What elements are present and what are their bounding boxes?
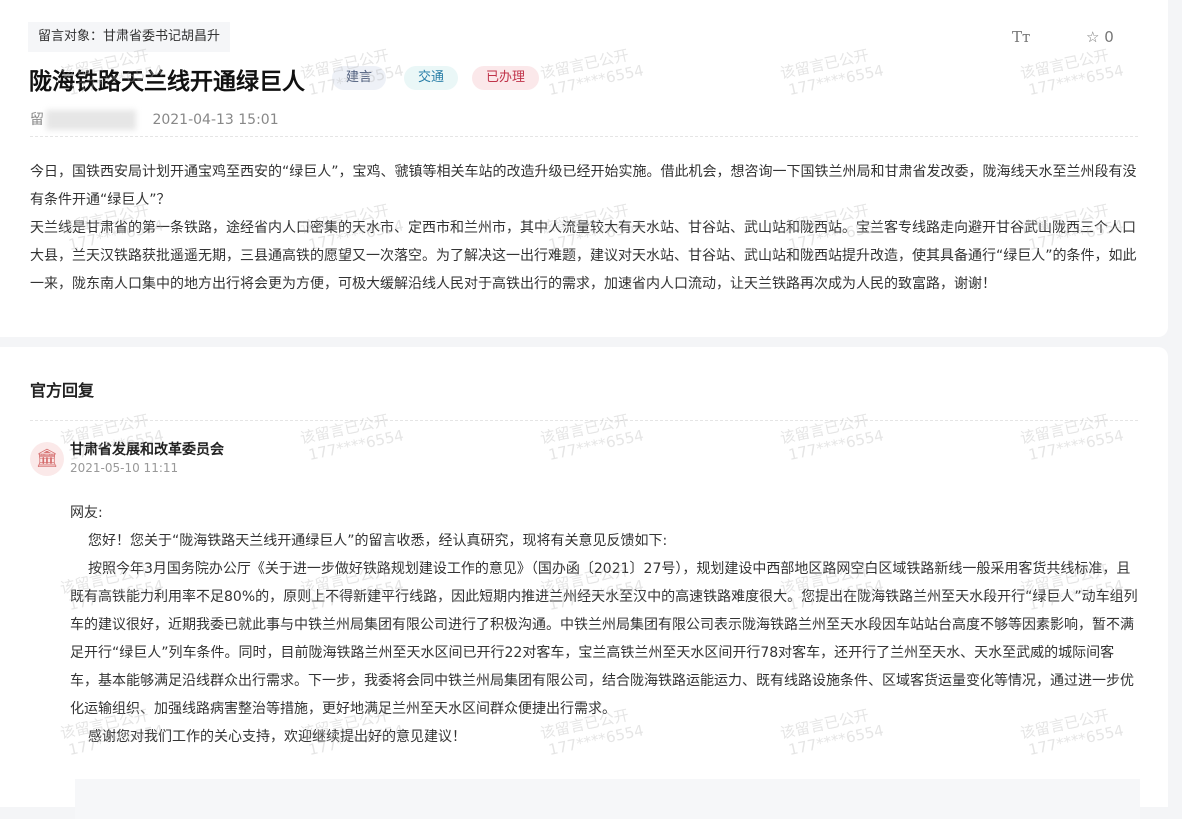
- message-card: 留言对象：甘肃省委书记胡昌升 陇海铁路天兰线开通绿巨人 建言 交通 已办理 留 …: [0, 0, 1168, 337]
- message-body: 今日，国铁西安局计划开通宝鸡至西安的“绿巨人”，宝鸡、虢镇等相关车站的改造升级已…: [30, 158, 1140, 298]
- star-icon: ☆: [1086, 28, 1099, 46]
- message-date: 2021-04-13 15:01: [152, 112, 278, 128]
- reply-paragraph: 您好！您关于“陇海铁路天兰线开通绿巨人”的留言收悉，经认真研究，现将有关意见反馈…: [70, 527, 1142, 555]
- reply-heading: 官方回复: [30, 377, 94, 401]
- reply-greeting: 网友:: [70, 499, 1142, 527]
- author-blurred: [46, 110, 136, 130]
- scroll-gutter: [1170, 0, 1182, 798]
- font-size-button[interactable]: Tт: [1012, 28, 1030, 46]
- attachment-area: [75, 779, 1140, 819]
- reply-paragraph: 感谢您对我们工作的关心支持，欢迎继续提出好的意见建议！: [70, 723, 1142, 751]
- divider: [30, 136, 1138, 137]
- page-title: 陇海铁路天兰线开通绿巨人: [29, 62, 305, 96]
- message-meta: 留 2021-04-13 15:01: [30, 109, 279, 130]
- message-paragraph: 天兰线是甘肃省的第一条铁路，途经省内人口密集的天水市、定西市和兰州市，其中人流量…: [30, 214, 1140, 298]
- favorite-button[interactable]: ☆ 0: [1086, 28, 1114, 46]
- divider: [30, 420, 1138, 421]
- status-badge: 已办理: [472, 66, 539, 90]
- reply-paragraph: 按照今年3月国务院办公厅《关于进一步做好铁路规划建设工作的意见》（国办函〔202…: [70, 555, 1142, 723]
- tag-suggestion: 建言: [332, 66, 386, 90]
- reply-date: 2021-05-10 11:11: [70, 461, 178, 475]
- message-target: 留言对象：甘肃省委书记胡昌升: [28, 22, 230, 52]
- reply-body: 网友: 您好！您关于“陇海铁路天兰线开通绿巨人”的留言收悉，经认真研究，现将有关…: [70, 499, 1142, 751]
- tag-traffic: 交通: [404, 66, 458, 90]
- star-count: 0: [1104, 28, 1114, 46]
- author-prefix: 留: [30, 112, 44, 128]
- message-paragraph: 今日，国铁西安局计划开通宝鸡至西安的“绿巨人”，宝鸡、虢镇等相关车站的改造升级已…: [30, 158, 1140, 214]
- org-name: 甘肃省发展和改革委员会: [70, 439, 224, 459]
- reply-card: 官方回复 🏛 甘肃省发展和改革委员会 2021-05-10 11:11 网友: …: [0, 347, 1168, 807]
- government-building-icon: 🏛: [30, 442, 64, 476]
